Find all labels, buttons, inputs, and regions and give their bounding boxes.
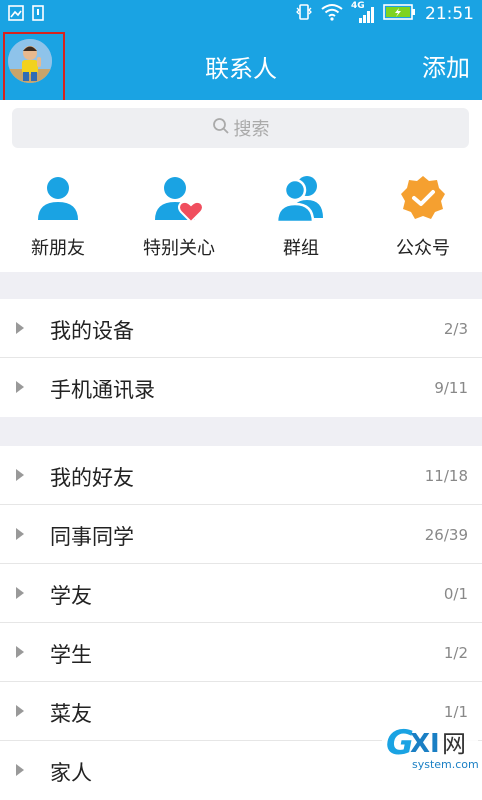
svg-text:X: X bbox=[410, 729, 430, 759]
quick-entries: 新朋友 特别关心 群组 公众号 bbox=[0, 160, 482, 272]
group-icon bbox=[273, 170, 329, 226]
group-count: 11/18 bbox=[424, 467, 468, 485]
group-label: 我的设备 bbox=[50, 319, 134, 343]
group-count: 1/2 bbox=[443, 644, 468, 662]
person-heart-icon bbox=[151, 170, 207, 226]
svg-text:system.com: system.com bbox=[412, 758, 478, 771]
download-notification-icon bbox=[32, 5, 44, 25]
page-title: 联系人 bbox=[205, 55, 277, 83]
cellular-signal-icon: 4G bbox=[351, 1, 375, 24]
status-bar: 4G 21:51 bbox=[0, 0, 482, 28]
group-label: 菜友 bbox=[50, 702, 92, 726]
group-label: 学友 bbox=[50, 584, 92, 608]
expand-arrow-icon bbox=[16, 705, 24, 717]
expand-arrow-icon bbox=[16, 381, 24, 393]
gallery-notification-icon bbox=[8, 5, 24, 25]
add-button[interactable]: 添加 bbox=[422, 48, 470, 83]
svg-text:网: 网 bbox=[442, 730, 466, 758]
quick-entry-special-care[interactable]: 特别关心 bbox=[124, 170, 234, 260]
battery-icon bbox=[383, 4, 417, 24]
quick-entry-groups[interactable]: 群组 bbox=[246, 170, 356, 260]
expand-arrow-icon bbox=[16, 646, 24, 658]
group-label: 同事同学 bbox=[50, 525, 134, 549]
list-item[interactable]: 我的好友 11/18 bbox=[0, 446, 482, 505]
quick-entry-label: 群组 bbox=[283, 238, 319, 259]
search-icon bbox=[212, 117, 234, 140]
list-item[interactable]: 学友 0/1 bbox=[0, 564, 482, 623]
expand-arrow-icon bbox=[16, 764, 24, 776]
list-item[interactable]: 学生 1/2 bbox=[0, 623, 482, 682]
quick-entry-new-friends[interactable]: 新朋友 bbox=[3, 170, 113, 260]
verified-badge-icon bbox=[395, 170, 451, 226]
search-placeholder: 搜索 bbox=[233, 119, 270, 140]
group-label: 学生 bbox=[50, 643, 92, 667]
search-section: 搜索 bbox=[0, 100, 482, 160]
expand-arrow-icon bbox=[16, 528, 24, 540]
group-count: 2/3 bbox=[443, 320, 468, 338]
search-input[interactable]: 搜索 bbox=[12, 108, 469, 148]
svg-text:I: I bbox=[430, 729, 440, 759]
group-label: 手机通讯录 bbox=[50, 378, 155, 402]
contact-groups-top: 我的设备 2/3 手机通讯录 9/11 bbox=[0, 299, 482, 417]
list-item[interactable]: 我的设备 2/3 bbox=[0, 299, 482, 358]
header-bar: 联系人 添加 bbox=[0, 28, 482, 107]
group-count: 0/1 bbox=[443, 585, 468, 603]
clock: 21:51 bbox=[425, 4, 474, 24]
quick-entry-label: 新朋友 bbox=[31, 238, 85, 259]
watermark-logo: G X I 网 system.com bbox=[382, 718, 479, 776]
wifi-icon bbox=[321, 3, 343, 25]
group-count: 26/39 bbox=[424, 526, 468, 544]
group-label: 我的好友 bbox=[50, 466, 134, 490]
expand-arrow-icon bbox=[16, 322, 24, 334]
person-icon bbox=[30, 170, 86, 226]
list-item[interactable]: 手机通讯录 9/11 bbox=[0, 358, 482, 417]
group-count: 9/11 bbox=[434, 379, 468, 397]
quick-entry-label: 公众号 bbox=[396, 238, 450, 259]
expand-arrow-icon bbox=[16, 469, 24, 481]
group-label: 家人 bbox=[50, 761, 92, 785]
vibrate-icon bbox=[295, 3, 313, 25]
quick-entry-official-accounts[interactable]: 公众号 bbox=[368, 170, 478, 260]
list-item[interactable]: 同事同学 26/39 bbox=[0, 505, 482, 564]
expand-arrow-icon bbox=[16, 587, 24, 599]
quick-entry-label: 特别关心 bbox=[143, 238, 215, 259]
